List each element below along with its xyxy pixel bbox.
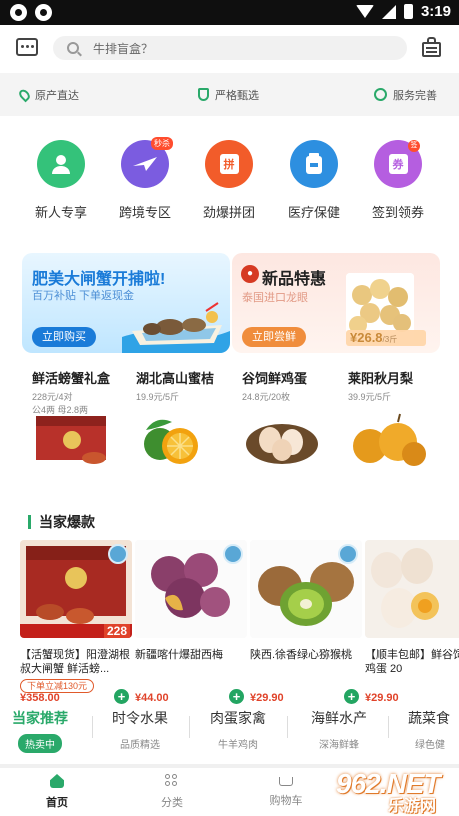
feature-service: 服务完善 xyxy=(374,87,437,103)
crab-boat-image xyxy=(122,302,230,353)
quality-stamp-icon xyxy=(338,544,358,564)
product-card[interactable]: 新疆喀什爆甜西梅 ¥44.00 + xyxy=(135,540,247,704)
signal-icon xyxy=(381,4,396,19)
try-now-button[interactable]: 立即尝鲜 xyxy=(242,327,306,347)
notification-icon xyxy=(35,4,52,21)
product-price: ¥358.00 xyxy=(20,692,60,704)
product-image xyxy=(250,540,362,638)
medicine-icon xyxy=(290,140,338,188)
new-product-banner[interactable]: ● 新品特惠 泰国进口龙眼 立即尝鲜 ¥26.8/3斤 xyxy=(232,253,440,353)
add-to-cart-button[interactable]: + xyxy=(344,689,359,704)
category-groupbuy[interactable]: 拼 劲爆拼团 xyxy=(189,140,269,221)
category-icon xyxy=(165,774,179,788)
add-to-cart-button[interactable]: + xyxy=(114,689,129,704)
category-checkin[interactable]: 券 签 签到领券 xyxy=(358,140,438,221)
tab-meat[interactable]: 肉蛋家禽 牛羊鸡肉 xyxy=(188,708,288,753)
category-newcomer[interactable]: 新人专享 xyxy=(21,140,101,221)
coupon-icon: 券 签 xyxy=(374,140,422,188)
person-icon xyxy=(37,140,85,188)
nav-cart[interactable]: 购物车 xyxy=(246,774,326,808)
category-health[interactable]: 医疗保健 xyxy=(274,140,354,221)
notification-icon xyxy=(10,4,27,21)
app-header: 牛排盲盒？ xyxy=(0,25,459,73)
promo-price: ¥26.8/3斤 xyxy=(346,330,426,346)
egg-nest-image xyxy=(246,424,318,464)
featured-item[interactable]: 湖北高山蜜桔 19.9元/5斤 xyxy=(136,368,236,464)
bag-icon: 拼 xyxy=(205,140,253,188)
product-price: ¥29.90 xyxy=(250,692,284,704)
featured-item[interactable]: 谷饲鲜鸡蛋 24.8元/20枚 xyxy=(242,368,342,464)
crab-giftbox-image xyxy=(36,416,106,464)
brand-logo-icon: ● xyxy=(241,265,259,283)
site-watermark: 962.NET 乐游网 xyxy=(336,768,440,815)
status-bar: 3:19 xyxy=(0,0,459,25)
crab-banner[interactable]: 肥美大闸蟹开捕啦! 百万补贴 下单返现金 立即购买 xyxy=(22,253,230,353)
category-grid: 新人专享 秒杀 跨境专区 拼 劲爆拼团 医疗保健 券 签 签到领券 xyxy=(0,137,459,221)
wifi-icon xyxy=(355,5,374,18)
location-icon xyxy=(17,87,32,102)
featured-item[interactable]: 鲜活螃蟹礼盒 228元/4对 公4两 母2.8两 xyxy=(32,368,132,464)
feature-selection: 严格甄选 xyxy=(198,87,259,103)
tab-vegetable[interactable]: 蔬菜食 绿色健 xyxy=(394,708,459,753)
featured-item[interactable]: 莱阳秋月梨 39.9元/5斤 xyxy=(348,368,448,466)
product-price: ¥29.90 xyxy=(365,692,399,704)
product-list: 228 【活蟹现货】阳澄湖根叔大闸蟹 鲜活螃... 下单立减130元 ¥358.… xyxy=(0,540,459,708)
smile-icon xyxy=(374,88,387,101)
quality-stamp-icon xyxy=(223,544,243,564)
nav-category[interactable]: 分类 xyxy=(132,774,212,810)
product-card[interactable]: 228 【活蟹现货】阳澄湖根叔大闸蟹 鲜活螃... 下单立减130元 ¥358.… xyxy=(20,540,132,704)
shield-icon xyxy=(198,88,209,101)
battery-icon xyxy=(403,4,413,19)
tab-seafood[interactable]: 海鲜水产 深海鲜蜂 xyxy=(289,708,389,753)
features-strip: 原产直达 严格甄选 服务完善 xyxy=(0,73,459,116)
section-header: 当家爆款 xyxy=(28,512,95,532)
plane-icon: 秒杀 xyxy=(121,137,173,188)
product-image xyxy=(365,540,459,638)
product-price: ¥44.00 xyxy=(135,692,169,704)
orange-image xyxy=(144,419,198,464)
message-icon[interactable] xyxy=(16,38,38,56)
product-image xyxy=(135,540,247,638)
product-image: 228 xyxy=(20,540,132,638)
search-bar[interactable]: 牛排盲盒？ xyxy=(53,36,407,60)
category-tabs: 当家推荐 热卖中 时令水果 品质精选 肉蛋家禽 牛羊鸡肉 海鲜水产 深海鲜蜂 蔬… xyxy=(0,704,459,762)
search-placeholder: 牛排盲盒？ xyxy=(93,41,154,56)
section-title: 当家爆款 xyxy=(39,514,95,530)
add-to-cart-button[interactable]: + xyxy=(229,689,244,704)
nav-home[interactable]: 首页 xyxy=(17,774,97,810)
home-icon xyxy=(50,774,64,788)
quality-stamp-icon xyxy=(108,544,128,564)
search-icon xyxy=(67,42,79,54)
pear-image xyxy=(353,413,426,466)
tab-recommend[interactable]: 当家推荐 热卖中 xyxy=(0,708,90,753)
image-price-overlay: 228 xyxy=(103,624,130,638)
tab-fruit[interactable]: 时令水果 品质精选 xyxy=(90,708,190,753)
feature-origin: 原产直达 xyxy=(17,87,79,103)
basket-icon[interactable] xyxy=(421,37,443,59)
product-card[interactable]: 【顺丰包邮】鲜谷饲鲜鸡蛋 20 ¥29.90 xyxy=(365,540,459,704)
featured-row: 鲜活螃蟹礼盒 228元/4对 公4两 母2.8两 湖北高山蜜桔 19.9元/5斤… xyxy=(0,368,459,468)
cart-icon xyxy=(279,777,293,786)
product-card[interactable]: 陕西.徐香绿心猕猴桃 ¥29.90 + xyxy=(250,540,362,704)
discount-tag: 下单立减130元 xyxy=(20,679,95,693)
category-crossborder[interactable]: 秒杀 跨境专区 xyxy=(105,137,185,221)
status-time: 3:19 xyxy=(420,3,451,20)
buy-now-button[interactable]: 立即购买 xyxy=(32,327,96,347)
